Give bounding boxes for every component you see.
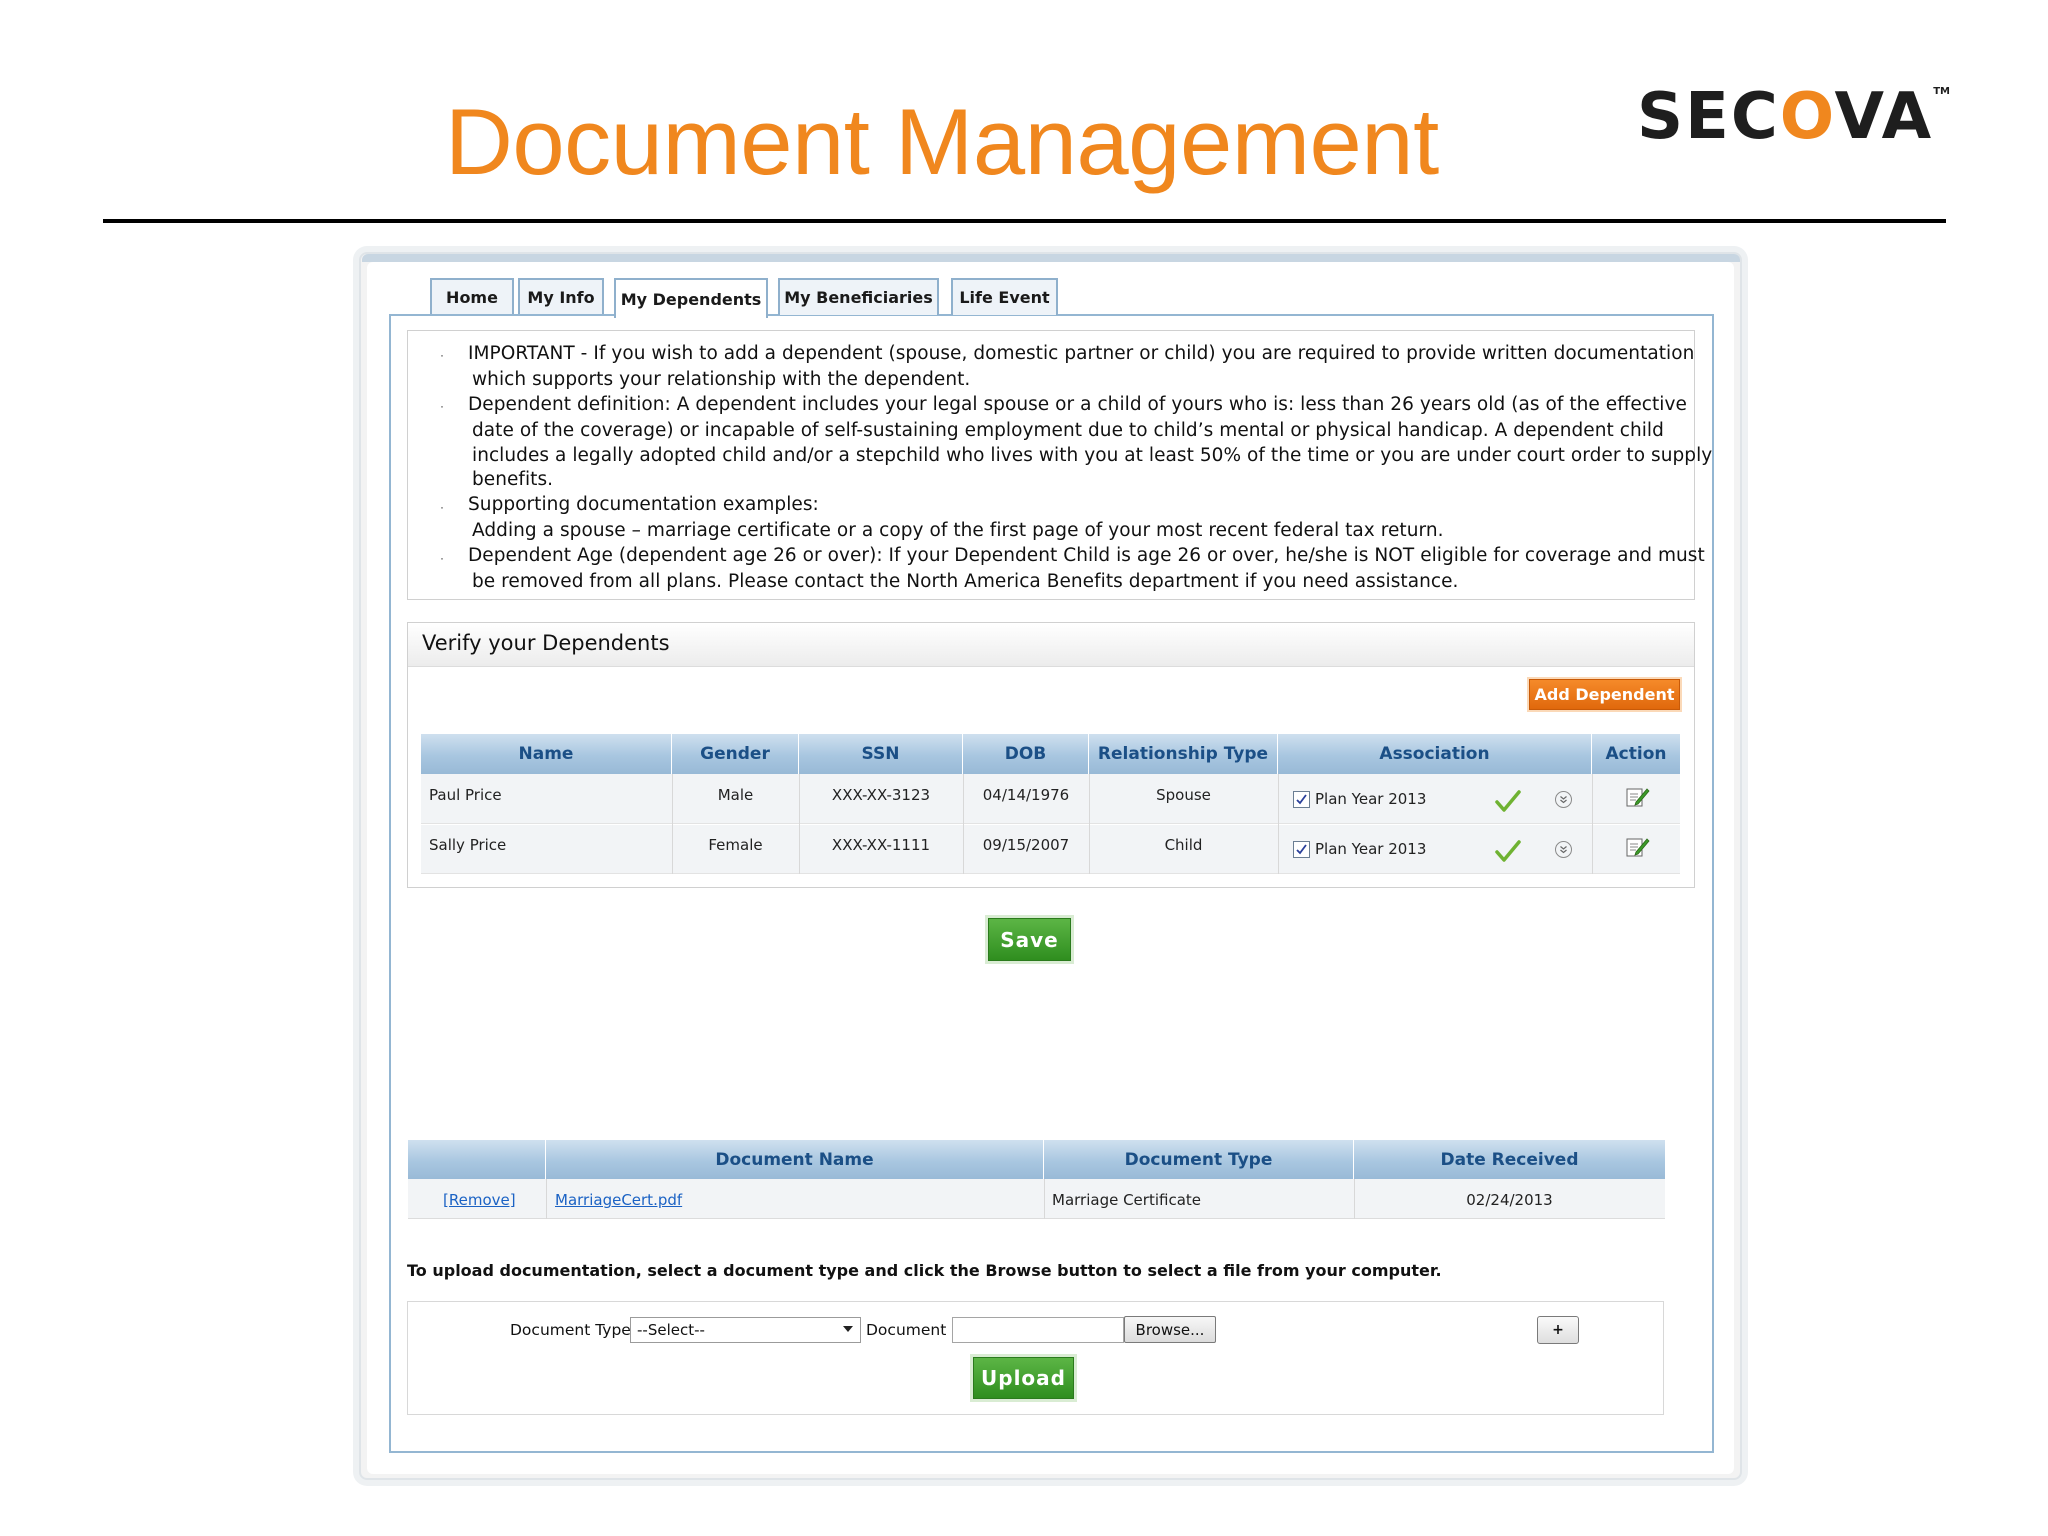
column-divider: [1278, 774, 1279, 874]
column-header-date-received[interactable]: Date Received: [1354, 1140, 1665, 1180]
column-header-dob[interactable]: DOB: [963, 734, 1089, 774]
dropdown-arrow-icon[interactable]: [843, 1326, 853, 1332]
cell-ssn: XXX-XX-1111: [831, 836, 931, 854]
remove-document-link[interactable]: [Remove]: [443, 1191, 516, 1209]
cell-gender: Male: [717, 786, 754, 804]
cell-relationship: Spouse: [1156, 786, 1211, 804]
cell-association: Plan Year 2013: [1315, 840, 1427, 858]
column-divider: [1044, 1179, 1045, 1219]
column-divider: [1592, 774, 1593, 874]
verified-check-icon: [1495, 839, 1521, 868]
column-header-ssn[interactable]: SSN: [799, 734, 963, 774]
edit-icon[interactable]: [1626, 786, 1650, 813]
cell-name: Sally Price: [429, 836, 507, 854]
tab-my-info[interactable]: My Info: [518, 278, 604, 315]
info-line: includes a legally adopted child and/or …: [472, 445, 1713, 466]
info-line: date of the coverage) or incapable of se…: [472, 420, 1664, 441]
info-line: IMPORTANT - If you wish to add a depende…: [468, 343, 1695, 364]
info-line: Adding a spouse – marriage certificate o…: [472, 520, 1444, 541]
tab-life-event[interactable]: Life Event: [951, 278, 1058, 315]
column-header-association[interactable]: Association: [1278, 734, 1592, 774]
cell-gender: Female: [708, 836, 763, 854]
expand-chevron-icon[interactable]: [1555, 791, 1572, 808]
cell-association: Plan Year 2013: [1315, 790, 1427, 808]
association-checkbox[interactable]: [1293, 791, 1310, 808]
column-header-document-type[interactable]: Document Type: [1044, 1140, 1354, 1180]
column-divider: [546, 1179, 547, 1219]
info-line: Dependent Age (dependent age 26 or over)…: [468, 545, 1705, 566]
info-line: which supports your relationship with th…: [472, 369, 971, 390]
document-file-input[interactable]: [952, 1317, 1124, 1343]
upload-instructions: To upload documentation, select a docume…: [407, 1261, 1442, 1280]
cell-date-received: 02/24/2013: [1466, 1191, 1553, 1209]
column-header-relationship-type[interactable]: Relationship Type: [1089, 734, 1278, 774]
info-line: Dependent definition: A dependent includ…: [468, 394, 1687, 415]
column-header-remove: [408, 1140, 546, 1180]
column-header-document-name[interactable]: Document Name: [546, 1140, 1044, 1180]
save-button[interactable]: Save: [988, 918, 1071, 961]
app-window-top-bar: [362, 254, 1740, 262]
logo-text-accent: O: [1779, 80, 1835, 154]
browse-button[interactable]: Browse...: [1124, 1316, 1216, 1343]
upload-button[interactable]: Upload: [973, 1357, 1074, 1399]
tab-home[interactable]: Home: [430, 278, 514, 315]
info-line: benefits.: [472, 469, 554, 490]
info-bullet: ·: [440, 348, 444, 362]
info-line: Supporting documentation examples:: [468, 494, 819, 515]
column-header-gender[interactable]: Gender: [672, 734, 799, 774]
tab-my-beneficiaries[interactable]: My Beneficiaries: [778, 278, 939, 315]
association-checkbox[interactable]: [1293, 841, 1310, 858]
document-type-select[interactable]: --Select--: [630, 1317, 861, 1343]
logo-trademark: TM: [1933, 86, 1950, 97]
secova-logo: SECOVATM: [1637, 80, 1950, 154]
checkbox-check-icon: [1296, 794, 1307, 805]
slide-title: Document Management: [445, 89, 1439, 194]
info-bullet: ·: [440, 500, 444, 514]
add-dependent-button[interactable]: Add Dependent: [1529, 679, 1680, 710]
cell-ssn: XXX-XX-3123: [831, 786, 931, 804]
document-type-label: Document Type:: [510, 1321, 637, 1339]
column-header-name[interactable]: Name: [421, 734, 672, 774]
edit-icon[interactable]: [1626, 836, 1650, 863]
title-divider: [103, 219, 1946, 223]
verify-dependents-title: Verify your Dependents: [422, 631, 670, 655]
cell-document-type: Marriage Certificate: [1052, 1191, 1201, 1209]
cell-name: Paul Price: [429, 786, 502, 804]
expand-chevron-icon[interactable]: [1555, 841, 1572, 858]
logo-text-left: SEC: [1637, 80, 1780, 154]
checkbox-check-icon: [1296, 844, 1307, 855]
document-name-link[interactable]: MarriageCert.pdf: [555, 1191, 682, 1209]
add-upload-row-button[interactable]: +: [1537, 1316, 1579, 1344]
document-type-select-value: --Select--: [637, 1321, 705, 1339]
cell-dob: 09/15/2007: [982, 836, 1070, 854]
cell-dob: 04/14/1976: [982, 786, 1070, 804]
tab-my-dependents[interactable]: My Dependents: [614, 278, 768, 318]
logo-text-right: VA: [1834, 80, 1934, 154]
info-bullet: ·: [440, 551, 444, 565]
info-line: be removed from all plans. Please contac…: [472, 571, 1459, 592]
info-bullet: ·: [440, 399, 444, 413]
column-header-action[interactable]: Action: [1592, 734, 1680, 774]
verified-check-icon: [1495, 789, 1521, 818]
document-label: Document :: [866, 1321, 957, 1339]
cell-relationship: Child: [1164, 836, 1203, 854]
